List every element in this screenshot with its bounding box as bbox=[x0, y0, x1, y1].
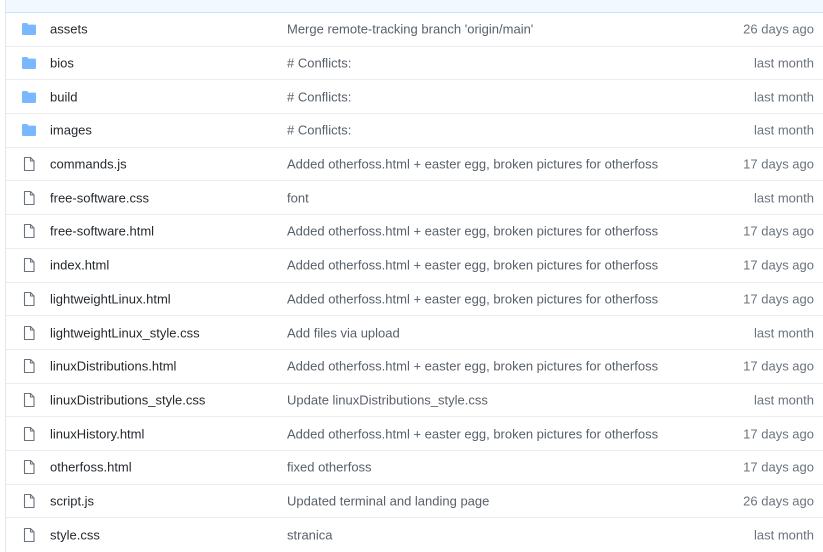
file-name-link[interactable]: otherfoss.html bbox=[50, 460, 132, 475]
file-icon bbox=[21, 291, 37, 307]
file-name-link[interactable]: assets bbox=[50, 22, 88, 37]
file-icon bbox=[21, 527, 37, 543]
file-row-index-html[interactable]: index.html Added otherfoss.html + easter… bbox=[6, 249, 823, 283]
file-list-table: assets Merge remote-tracking branch 'ori… bbox=[5, 0, 823, 552]
commit-message-link[interactable]: Added otherfoss.html + easter egg, broke… bbox=[287, 359, 658, 374]
commit-age: last month bbox=[754, 55, 814, 71]
file-row-lightweightlinux-html[interactable]: lightweightLinux.html Added otherfoss.ht… bbox=[6, 283, 823, 317]
folder-icon bbox=[21, 89, 37, 105]
commit-age: 17 days ago bbox=[743, 156, 814, 172]
file-name-link[interactable]: script.js bbox=[50, 493, 94, 508]
file-row-linuxdistributions-html[interactable]: linuxDistributions.html Added otherfoss.… bbox=[6, 350, 823, 384]
file-row-commands-js[interactable]: commands.js Added otherfoss.html + easte… bbox=[6, 148, 823, 182]
commit-message-link[interactable]: Updated terminal and landing page bbox=[287, 493, 489, 508]
file-row-script-js[interactable]: script.js Updated terminal and landing p… bbox=[6, 485, 823, 519]
file-rows: assets Merge remote-tracking branch 'ori… bbox=[6, 13, 823, 552]
file-row-otherfoss-html[interactable]: otherfoss.html fixed otherfoss 17 days a… bbox=[6, 451, 823, 485]
file-icon bbox=[21, 358, 37, 374]
file-icon bbox=[21, 493, 37, 509]
file-name-link[interactable]: lightweightLinux.html bbox=[50, 291, 171, 306]
file-row-free-software-css[interactable]: free-software.css font last month bbox=[6, 181, 823, 216]
commit-message-link[interactable]: Merge remote-tracking branch 'origin/mai… bbox=[287, 22, 533, 37]
commit-message-link[interactable]: fixed otherfoss bbox=[287, 460, 372, 475]
commit-age: last month bbox=[754, 392, 814, 408]
file-icon bbox=[21, 190, 37, 206]
file-row-free-software-html[interactable]: free-software.html Added otherfoss.html … bbox=[6, 215, 823, 249]
commit-age: 17 days ago bbox=[743, 358, 814, 374]
commit-age: last month bbox=[754, 89, 814, 105]
commit-age: last month bbox=[754, 190, 814, 206]
file-name-link[interactable]: free-software.css bbox=[50, 190, 149, 205]
file-icon bbox=[21, 392, 37, 408]
file-name-link[interactable]: linuxDistributions_style.css bbox=[50, 392, 205, 407]
table-header-strip bbox=[6, 0, 823, 13]
file-row-linuxdistributions-style-css[interactable]: linuxDistributions_style.css Update linu… bbox=[6, 384, 823, 418]
commit-message-link[interactable]: stranica bbox=[287, 528, 333, 543]
commit-age: 17 days ago bbox=[743, 426, 814, 442]
file-row-lightweightlinux-style-css[interactable]: lightweightLinux_style.css Add files via… bbox=[6, 316, 823, 350]
commit-age: 26 days ago bbox=[743, 21, 814, 37]
file-name-link[interactable]: images bbox=[50, 123, 92, 138]
file-row-build[interactable]: build # Conflicts: last month bbox=[6, 80, 823, 115]
file-name-link[interactable]: style.css bbox=[50, 528, 100, 543]
file-icon bbox=[21, 223, 37, 239]
commit-message-link[interactable]: Added otherfoss.html + easter egg, broke… bbox=[287, 258, 658, 273]
commit-message-link[interactable]: Update linuxDistributions_style.css bbox=[287, 392, 488, 407]
file-name-link[interactable]: commands.js bbox=[50, 157, 127, 172]
commit-age: 17 days ago bbox=[743, 291, 814, 307]
file-row-images[interactable]: images # Conflicts: last month bbox=[6, 114, 823, 148]
commit-message-link[interactable]: # Conflicts: bbox=[287, 123, 351, 138]
commit-message-link[interactable]: Added otherfoss.html + easter egg, broke… bbox=[287, 157, 658, 172]
file-icon bbox=[21, 325, 37, 341]
file-icon bbox=[21, 156, 37, 172]
file-name-link[interactable]: linuxDistributions.html bbox=[50, 359, 176, 374]
folder-icon bbox=[21, 55, 37, 71]
commit-age: last month bbox=[754, 527, 814, 543]
commit-age: 17 days ago bbox=[743, 223, 814, 239]
folder-icon bbox=[21, 122, 37, 138]
commit-message-link[interactable]: Added otherfoss.html + easter egg, broke… bbox=[287, 291, 658, 306]
file-name-link[interactable]: lightweightLinux_style.css bbox=[50, 325, 200, 340]
commit-message-link[interactable]: # Conflicts: bbox=[287, 56, 351, 71]
commit-age: last month bbox=[754, 325, 814, 341]
commit-message-link[interactable]: Add files via upload bbox=[287, 325, 400, 340]
folder-icon bbox=[21, 21, 37, 37]
commit-message-link[interactable]: Added otherfoss.html + easter egg, broke… bbox=[287, 426, 658, 441]
commit-age: 17 days ago bbox=[743, 459, 814, 475]
commit-age: 26 days ago bbox=[743, 493, 814, 509]
file-icon bbox=[21, 426, 37, 442]
file-row-style-css[interactable]: style.css stranica last month bbox=[6, 518, 823, 552]
file-row-bios[interactable]: bios # Conflicts: last month bbox=[6, 47, 823, 81]
file-name-link[interactable]: build bbox=[50, 89, 77, 104]
commit-message-link[interactable]: # Conflicts: bbox=[287, 89, 351, 104]
commit-age: last month bbox=[754, 122, 814, 138]
file-icon bbox=[21, 459, 37, 475]
file-name-link[interactable]: free-software.html bbox=[50, 224, 154, 239]
commit-message-link[interactable]: font bbox=[287, 190, 309, 205]
file-row-linuxhistory-html[interactable]: linuxHistory.html Added otherfoss.html +… bbox=[6, 417, 823, 451]
file-name-link[interactable]: index.html bbox=[50, 258, 109, 273]
commit-message-link[interactable]: Added otherfoss.html + easter egg, broke… bbox=[287, 224, 658, 239]
file-name-link[interactable]: linuxHistory.html bbox=[50, 426, 144, 441]
file-row-assets[interactable]: assets Merge remote-tracking branch 'ori… bbox=[6, 13, 823, 47]
commit-age: 17 days ago bbox=[743, 257, 814, 273]
file-name-link[interactable]: bios bbox=[50, 56, 74, 71]
file-icon bbox=[21, 257, 37, 273]
